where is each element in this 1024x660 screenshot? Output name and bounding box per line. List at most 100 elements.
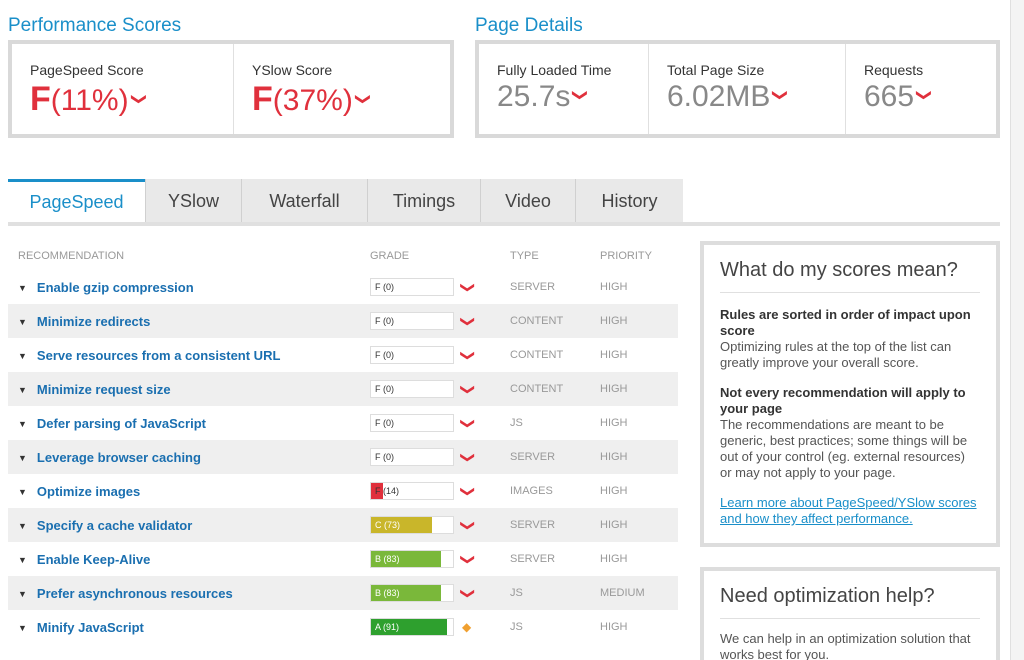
recommendation-label[interactable]: Minimize request size [37, 382, 171, 397]
tab-waterfall[interactable]: Waterfall [241, 179, 367, 223]
recommendation-cell[interactable]: ▼ Minimize request size [8, 382, 370, 397]
recommendation-cell[interactable]: ▼ Serve resources from a consistent URL [8, 348, 370, 363]
grade-text: F (0) [375, 282, 394, 292]
priority-cell: HIGH [600, 315, 628, 327]
table-row[interactable]: ▼ Prefer asynchronous resources B (83) ❯ JS M… [8, 576, 678, 610]
chevron-down-icon[interactable]: ❯ [130, 93, 148, 106]
expand-triangle-icon[interactable]: ▼ [18, 453, 27, 463]
learn-more-link[interactable]: Learn more about PageSpeed/YSlow scores … [720, 495, 980, 527]
page-scrollbar[interactable] [1010, 0, 1024, 660]
recommendation-cell[interactable]: ▼ Enable Keep-Alive [8, 552, 370, 567]
fully-loaded-time[interactable]: Fully Loaded Time 25.7s❯ [479, 44, 649, 134]
tab-pagespeed[interactable]: PageSpeed [8, 179, 145, 223]
expand-triangle-icon[interactable]: ▼ [18, 487, 27, 497]
grade-text: B (83) [375, 554, 400, 564]
load-time-label: Fully Loaded Time [497, 62, 612, 78]
recommendation-label[interactable]: Leverage browser caching [37, 450, 201, 465]
priority-cell: HIGH [600, 485, 628, 497]
total-page-size[interactable]: Total Page Size 6.02MB❯ [649, 44, 846, 134]
tab-history[interactable]: History [575, 179, 683, 223]
scores-help-panel: What do my scores mean? Rules are sorted… [700, 241, 1000, 547]
header-recommendation[interactable]: RECOMMENDATION [8, 250, 370, 262]
recommendation-label[interactable]: Enable gzip compression [37, 280, 194, 295]
chevron-down-icon[interactable]: ❯ [572, 89, 590, 102]
expand-triangle-icon[interactable]: ▼ [18, 555, 27, 565]
table-row[interactable]: ▼ Enable Keep-Alive B (83) ❯ SERVER HIGH [8, 542, 678, 576]
recommendation-cell[interactable]: ▼ Minimize redirects [8, 314, 370, 329]
chevron-down-icon[interactable]: ❯ [459, 281, 476, 293]
chevron-down-icon[interactable]: ❯ [459, 485, 476, 497]
optimization-help-panel: Need optimization help? We can help in a… [700, 567, 1000, 660]
recommendation-cell[interactable]: ▼ Optimize images [8, 484, 370, 499]
recommendation-cell[interactable]: ▼ Enable gzip compression [8, 280, 370, 295]
table-row[interactable]: ▼ Specify a cache validator C (73) ❯ SERVER H… [8, 508, 678, 542]
chevron-down-icon[interactable]: ❯ [459, 451, 476, 463]
tab-divider [8, 222, 1000, 226]
recommendation-cell[interactable]: ▼ Defer parsing of JavaScript [8, 416, 370, 431]
grade-bar: F (14) [370, 482, 454, 500]
table-row[interactable]: ▼ Minimize request size F (0) ❯ CONTENT HIGH [8, 372, 678, 406]
recommendation-cell[interactable]: ▼ Minify JavaScript [8, 620, 370, 635]
recommendation-cell[interactable]: ▼ Specify a cache validator [8, 518, 370, 533]
chevron-down-icon[interactable]: ❯ [459, 383, 476, 395]
priority-cell: HIGH [600, 281, 628, 293]
chevron-down-icon[interactable]: ❯ [459, 349, 476, 361]
table-row[interactable]: ▼ Leverage browser caching F (0) ❯ SERVER HIG… [8, 440, 678, 474]
table-row[interactable]: ▼ Enable gzip compression F (0) ❯ SERVER HIGH [8, 270, 678, 304]
recommendation-cell[interactable]: ▼ Leverage browser caching [8, 450, 370, 465]
table-row[interactable]: ▼ Minimize redirects F (0) ❯ CONTENT HIGH [8, 304, 678, 338]
expand-triangle-icon[interactable]: ▼ [18, 317, 27, 327]
expand-triangle-icon[interactable]: ▼ [18, 351, 27, 361]
expand-triangle-icon[interactable]: ▼ [18, 419, 27, 429]
type-cell: JS [510, 587, 523, 599]
chevron-down-icon[interactable]: ❯ [354, 93, 372, 106]
scores-help-heading-2: Not every recommendation will apply to y… [720, 385, 966, 416]
type-cell: SERVER [510, 519, 556, 531]
priority-cell: HIGH [600, 519, 628, 531]
chevron-down-icon[interactable]: ❯ [772, 89, 790, 102]
chevron-down-icon[interactable]: ❯ [459, 553, 476, 565]
expand-triangle-icon[interactable]: ▼ [18, 589, 27, 599]
priority-cell: MEDIUM [600, 587, 645, 599]
recommendation-label[interactable]: Minimize redirects [37, 314, 150, 329]
page-size-value: 6.02MB [667, 80, 771, 113]
grade-cell: B (83) ❯ [370, 584, 510, 602]
table-row[interactable]: ▼ Serve resources from a consistent URL F … [8, 338, 678, 372]
yslow-score[interactable]: YSlow Score F(37%)❯ [234, 44, 450, 134]
recommendation-label[interactable]: Defer parsing of JavaScript [37, 416, 206, 431]
recommendation-label[interactable]: Minify JavaScript [37, 620, 144, 635]
chevron-down-icon[interactable]: ❯ [459, 519, 476, 531]
header-grade[interactable]: GRADE [370, 250, 510, 262]
recommendation-cell[interactable]: ▼ Prefer asynchronous resources [8, 586, 370, 601]
recommendation-label[interactable]: Serve resources from a consistent URL [37, 348, 280, 363]
expand-triangle-icon[interactable]: ▼ [18, 385, 27, 395]
priority-cell: HIGH [600, 417, 628, 429]
table-row[interactable]: ▼ Minify JavaScript A (91) ◆ JS HIGH [8, 610, 678, 644]
tab-yslow[interactable]: YSlow [145, 179, 241, 223]
grade-text: F (0) [375, 350, 394, 360]
expand-triangle-icon[interactable]: ▼ [18, 521, 27, 531]
table-row[interactable]: ▼ Defer parsing of JavaScript F (0) ❯ JS HIGH [8, 406, 678, 440]
recommendation-label[interactable]: Prefer asynchronous resources [37, 586, 233, 601]
chevron-down-icon[interactable]: ❯ [915, 89, 933, 102]
recommendation-label[interactable]: Optimize images [37, 484, 140, 499]
header-type[interactable]: TYPE [510, 250, 600, 262]
grade-bar: F (0) [370, 414, 454, 432]
tab-video[interactable]: Video [480, 179, 575, 223]
expand-triangle-icon[interactable]: ▼ [18, 283, 27, 293]
grade-cell: F (0) ❯ [370, 380, 510, 398]
pagespeed-score[interactable]: PageSpeed Score F(11%)❯ [12, 44, 234, 134]
chevron-down-icon[interactable]: ❯ [459, 315, 476, 327]
recommendation-label[interactable]: Enable Keep-Alive [37, 552, 150, 567]
chevron-down-icon[interactable]: ❯ [459, 587, 476, 599]
header-priority[interactable]: PRIORITY [600, 250, 678, 262]
table-row[interactable]: ▼ Optimize images F (14) ❯ IMAGES HIGH [8, 474, 678, 508]
priority-cell: HIGH [600, 451, 628, 463]
requests-value: 665 [864, 80, 915, 113]
expand-triangle-icon[interactable]: ▼ [18, 623, 27, 633]
requests[interactable]: Requests 665❯ [846, 44, 996, 134]
recommendation-label[interactable]: Specify a cache validator [37, 518, 192, 533]
diamond-icon[interactable]: ◆ [462, 620, 471, 634]
chevron-down-icon[interactable]: ❯ [459, 417, 476, 429]
tab-timings[interactable]: Timings [367, 179, 480, 223]
